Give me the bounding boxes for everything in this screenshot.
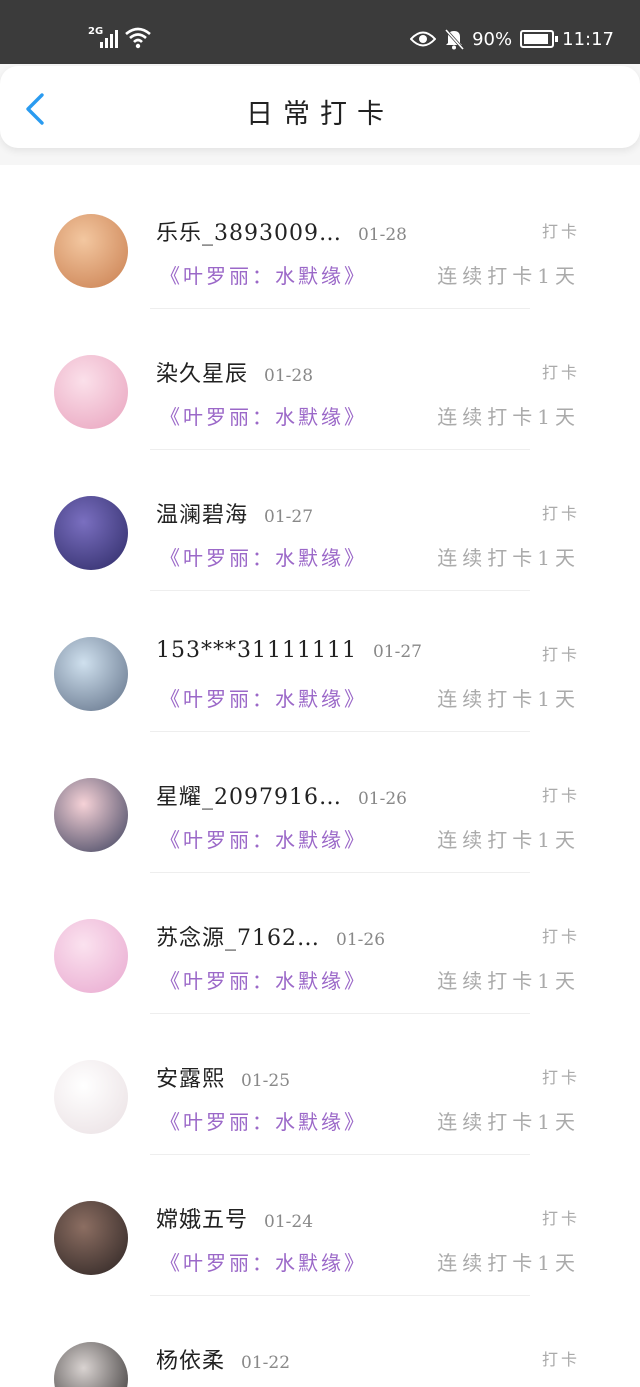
streak-text: 连续打卡1天 (437, 405, 580, 429)
user-name[interactable]: 安露熙 01-25 (156, 1061, 290, 1093)
streak-text: 连续打卡1天 (437, 687, 580, 711)
bell-muted-icon (444, 28, 465, 50)
network-type: 2G (88, 26, 104, 37)
checkin-button[interactable]: 打卡 (542, 1205, 580, 1229)
checkin-date: 01-24 (264, 1212, 314, 1232)
battery-percent: 90% (472, 28, 513, 50)
list-item[interactable]: 染久星辰 01-28 打卡 《叶罗丽：水默缘》 连续打卡1天 (0, 319, 640, 460)
streak-text: 连续打卡1天 (437, 969, 580, 993)
user-name-text: 染久星辰 (156, 362, 249, 387)
checkin-button[interactable]: 打卡 (542, 359, 580, 383)
book-title[interactable]: 《叶罗丽：水默缘》 (160, 1247, 367, 1276)
checkin-date: 01-28 (357, 225, 407, 245)
user-name-text: 苏念源_7162… (156, 926, 320, 951)
list-item[interactable]: 安露熙 01-25 打卡 《叶罗丽：水默缘》 连续打卡1天 (0, 1024, 640, 1165)
status-bar: 2G 90% 11:17 (0, 0, 640, 64)
page-title: 日常打卡 (246, 99, 394, 130)
user-name-text: 153***31111111 (156, 638, 357, 663)
user-name-text: 杨依柔 (156, 1349, 226, 1374)
user-name-text: 嫦娥五号 (156, 1208, 249, 1233)
divider (150, 449, 530, 450)
list-item[interactable]: 苏念源_7162… 01-26 打卡 《叶罗丽：水默缘》 连续打卡1天 (0, 883, 640, 1024)
divider (150, 1154, 530, 1155)
checkin-button[interactable]: 打卡 (542, 1064, 580, 1088)
streak-text: 连续打卡1天 (437, 828, 580, 852)
avatar[interactable] (54, 1342, 128, 1387)
book-title[interactable]: 《叶罗丽：水默缘》 (160, 401, 367, 430)
avatar[interactable] (54, 355, 128, 429)
user-name[interactable]: 乐乐_3893009… 01-28 (156, 215, 407, 247)
book-title[interactable]: 《叶罗丽：水默缘》 (160, 542, 367, 571)
streak-text: 连续打卡1天 (437, 1251, 580, 1275)
user-name-text: 安露熙 (156, 1067, 226, 1092)
checkin-button[interactable]: 打卡 (542, 641, 580, 665)
divider (150, 872, 530, 873)
user-name[interactable]: 153***31111111 01-27 (156, 638, 422, 663)
wifi-icon (125, 27, 151, 49)
user-name[interactable]: 星耀_2097916… 01-26 (156, 779, 407, 811)
avatar[interactable] (54, 778, 128, 852)
book-title[interactable]: 《叶罗丽：水默缘》 (160, 1106, 367, 1135)
user-name-text: 乐乐_3893009… (156, 221, 342, 246)
battery-icon (520, 30, 559, 48)
user-name[interactable]: 温澜碧海 01-27 (156, 497, 313, 529)
signal-icon: 2G (88, 26, 122, 48)
eye-icon (410, 31, 437, 47)
book-title[interactable]: 《叶罗丽：水默缘》 (160, 260, 367, 289)
book-title[interactable]: 《叶罗丽：水默缘》 (160, 683, 367, 712)
user-name[interactable]: 苏念源_7162… 01-26 (156, 920, 385, 952)
avatar[interactable] (54, 496, 128, 570)
clock: 11:17 (562, 28, 614, 50)
checkin-date: 01-27 (264, 507, 314, 527)
avatar[interactable] (54, 1060, 128, 1134)
checkin-date: 01-26 (357, 789, 407, 809)
streak-text: 连续打卡1天 (437, 546, 580, 570)
list-item[interactable]: 星耀_2097916… 01-26 打卡 《叶罗丽：水默缘》 连续打卡1天 (0, 742, 640, 883)
list-item[interactable]: 温澜碧海 01-27 打卡 《叶罗丽：水默缘》 连续打卡1天 (0, 460, 640, 601)
checkin-date: 01-25 (241, 1071, 291, 1091)
avatar[interactable] (54, 214, 128, 288)
avatar[interactable] (54, 919, 128, 993)
checkin-button[interactable]: 打卡 (542, 218, 580, 242)
user-name-text: 温澜碧海 (156, 503, 249, 528)
battery-fill (524, 34, 548, 44)
checkin-date: 01-22 (241, 1353, 291, 1373)
user-name[interactable]: 嫦娥五号 01-24 (156, 1202, 313, 1234)
checkin-date: 01-28 (264, 366, 314, 386)
list-item[interactable]: 153***31111111 01-27 打卡 《叶罗丽：水默缘》 连续打卡1天 (0, 601, 640, 742)
divider (150, 731, 530, 732)
streak-text: 连续打卡1天 (437, 1110, 580, 1134)
list-item[interactable]: 乐乐_3893009… 01-28 打卡 《叶罗丽：水默缘》 连续打卡1天 (0, 178, 640, 319)
avatar[interactable] (54, 637, 128, 711)
user-name[interactable]: 杨依柔 01-22 (156, 1343, 290, 1375)
list-item[interactable]: 嫦娥五号 01-24 打卡 《叶罗丽：水默缘》 连续打卡1天 (0, 1165, 640, 1306)
user-name[interactable]: 染久星辰 01-28 (156, 356, 313, 388)
checkin-button[interactable]: 打卡 (542, 923, 580, 947)
checkin-date: 01-26 (336, 930, 386, 950)
divider (150, 1013, 530, 1014)
avatar[interactable] (54, 1201, 128, 1275)
divider (150, 308, 530, 309)
checkin-button[interactable]: 打卡 (542, 500, 580, 524)
user-name-text: 星耀_2097916… (156, 785, 342, 810)
checkin-list: 乐乐_3893009… 01-28 打卡 《叶罗丽：水默缘》 连续打卡1天 染久星… (0, 165, 640, 1387)
checkin-button[interactable]: 打卡 (542, 782, 580, 806)
list-item[interactable]: 杨依柔01-22 打卡 《叶罗丽：水默缘》 连续打卡1天 (0, 1306, 640, 1387)
book-title[interactable]: 《叶罗丽：水默缘》 (160, 824, 367, 853)
checkin-button[interactable]: 打卡 (542, 1346, 580, 1370)
divider (150, 590, 530, 591)
book-title[interactable]: 《叶罗丽：水默缘》 (160, 965, 367, 994)
top-bar: 日常打卡 (0, 66, 640, 148)
divider (150, 1295, 530, 1296)
checkin-date: 01-27 (372, 642, 422, 662)
streak-text: 连续打卡1天 (437, 264, 580, 288)
